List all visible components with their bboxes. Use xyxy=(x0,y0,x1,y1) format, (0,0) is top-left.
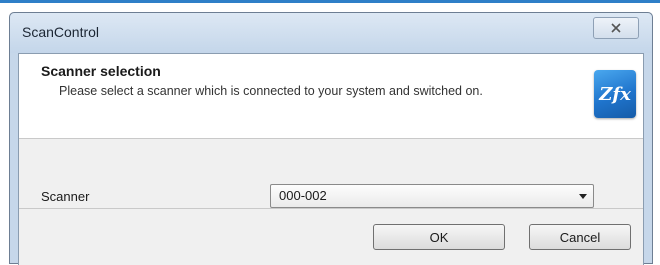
close-x-icon xyxy=(611,23,621,33)
top-accent-bar xyxy=(0,0,660,3)
header-description: Please select a scanner which is connect… xyxy=(59,84,483,98)
scanner-select[interactable]: 000-002 xyxy=(270,184,594,208)
dialog-header: Scanner selection Please select a scanne… xyxy=(19,54,643,139)
divider xyxy=(19,208,643,209)
zfx-logo: Zfx xyxy=(594,70,636,118)
scancontrol-dialog: ScanControl Scanner selection Please sel… xyxy=(9,12,653,265)
title-bar[interactable]: ScanControl xyxy=(10,13,652,53)
ok-button[interactable]: OK xyxy=(373,224,505,250)
scanner-label: Scanner xyxy=(41,189,90,204)
close-button[interactable] xyxy=(593,17,639,39)
cancel-button[interactable]: Cancel xyxy=(529,224,631,250)
scanner-select-value: 000-002 xyxy=(279,188,327,203)
chevron-down-icon xyxy=(579,194,587,199)
dialog-client-area: Scanner selection Please select a scanne… xyxy=(18,53,644,265)
header-title: Scanner selection xyxy=(41,63,161,79)
window-title: ScanControl xyxy=(22,24,100,40)
